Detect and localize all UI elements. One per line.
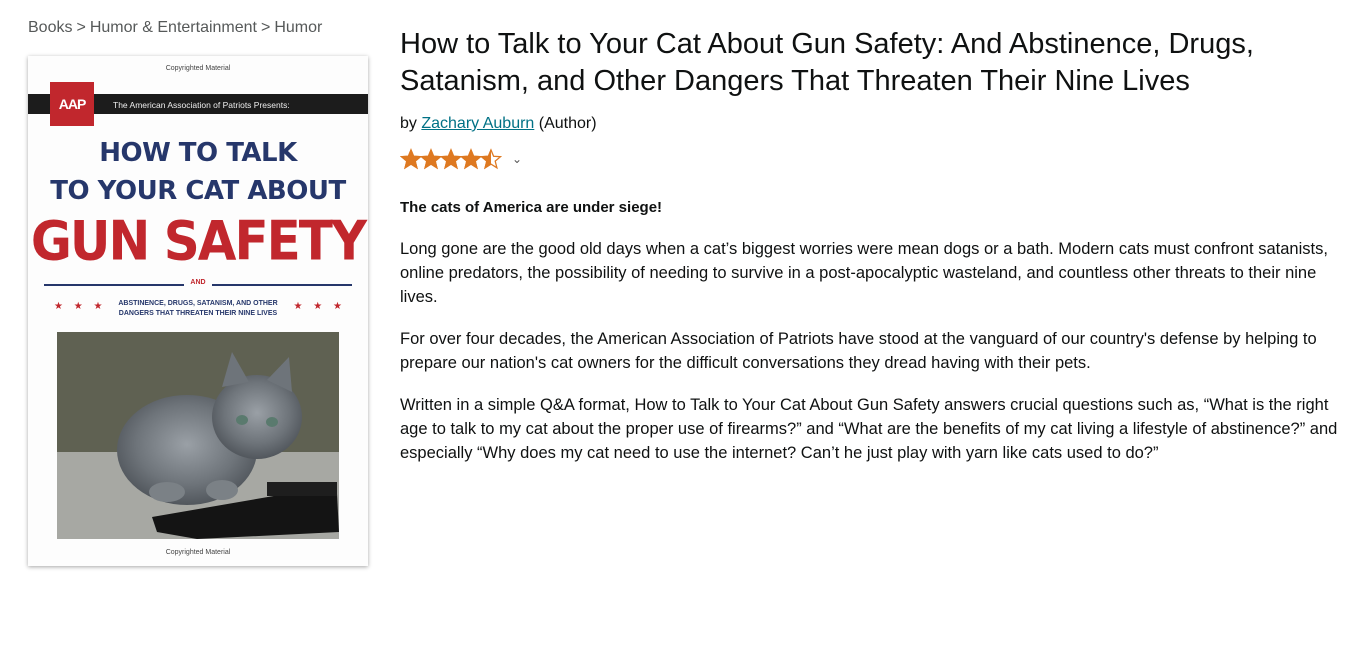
byline: by Zachary Auburn (Author) <box>400 115 597 133</box>
product-description: The cats of America are under siege! Lon… <box>400 196 1340 483</box>
cover-band-text: The American Association of Patriots Pre… <box>113 100 290 110</box>
rating-stars-icon <box>400 149 502 169</box>
breadcrumb-separator: > <box>261 19 271 36</box>
rating-star <box>460 149 482 169</box>
aap-logo: AAP <box>50 82 94 126</box>
cover-and: AND <box>190 279 206 286</box>
kitten-photo <box>57 332 339 539</box>
description-paragraph-1: Long gone are the good old days when a c… <box>400 240 1328 306</box>
author-role: (Author) <box>538 115 597 132</box>
cover-title-line2: TO YOUR CAT ABOUT <box>50 176 346 206</box>
by-prefix: by <box>400 115 417 132</box>
cover-title-line1: HOW TO TALK <box>99 138 297 168</box>
cover-subtitle: ABSTINENCE, DRUGS, SATANISM, AND OTHER D… <box>98 299 298 319</box>
description-paragraph-2: For over four decades, the American Asso… <box>400 330 1317 372</box>
cover-copyright-bottom: Copyrighted Material <box>165 549 231 556</box>
description-paragraph-3: Written in a simple Q&A format, How to T… <box>400 396 1338 462</box>
rating-star <box>480 149 502 169</box>
aap-logo-text: AAP <box>58 96 87 112</box>
product-title: How to Talk to Your Cat About Gun Safety… <box>400 28 1254 97</box>
cover-copyright-top: Copyrighted Material <box>165 65 231 72</box>
description-lead: The cats of America are under siege! <box>400 199 663 216</box>
rating-star <box>420 149 442 169</box>
breadcrumb: Books > Humor & Entertainment > Humor <box>28 19 322 37</box>
author-link[interactable]: Zachary Auburn <box>421 115 534 132</box>
book-cover-image[interactable]: Copyrighted Material AAP The American As… <box>28 56 368 566</box>
cover-subtitle-line1: ABSTINENCE, DRUGS, SATANISM, AND OTHER <box>118 300 278 307</box>
cover-stars-right: ★ ★ ★ <box>293 301 346 312</box>
kitten-with-gun-illustration <box>57 332 339 539</box>
breadcrumb-separator: > <box>76 19 86 36</box>
breadcrumb-humor[interactable]: Humor <box>274 19 322 36</box>
chevron-down-icon[interactable]: ⌄ <box>512 152 522 166</box>
breadcrumb-humor-entertainment[interactable]: Humor & Entertainment <box>90 19 257 36</box>
star-rating[interactable]: ⌄ <box>400 148 522 170</box>
breadcrumb-books[interactable]: Books <box>28 19 72 36</box>
rating-star <box>440 149 462 169</box>
rating-star <box>400 149 422 169</box>
cover-title-line3: GUN SAFETY <box>30 209 367 273</box>
cover-subtitle-line2: DANGERS THAT THREATEN THEIR NINE LIVES <box>118 310 278 317</box>
